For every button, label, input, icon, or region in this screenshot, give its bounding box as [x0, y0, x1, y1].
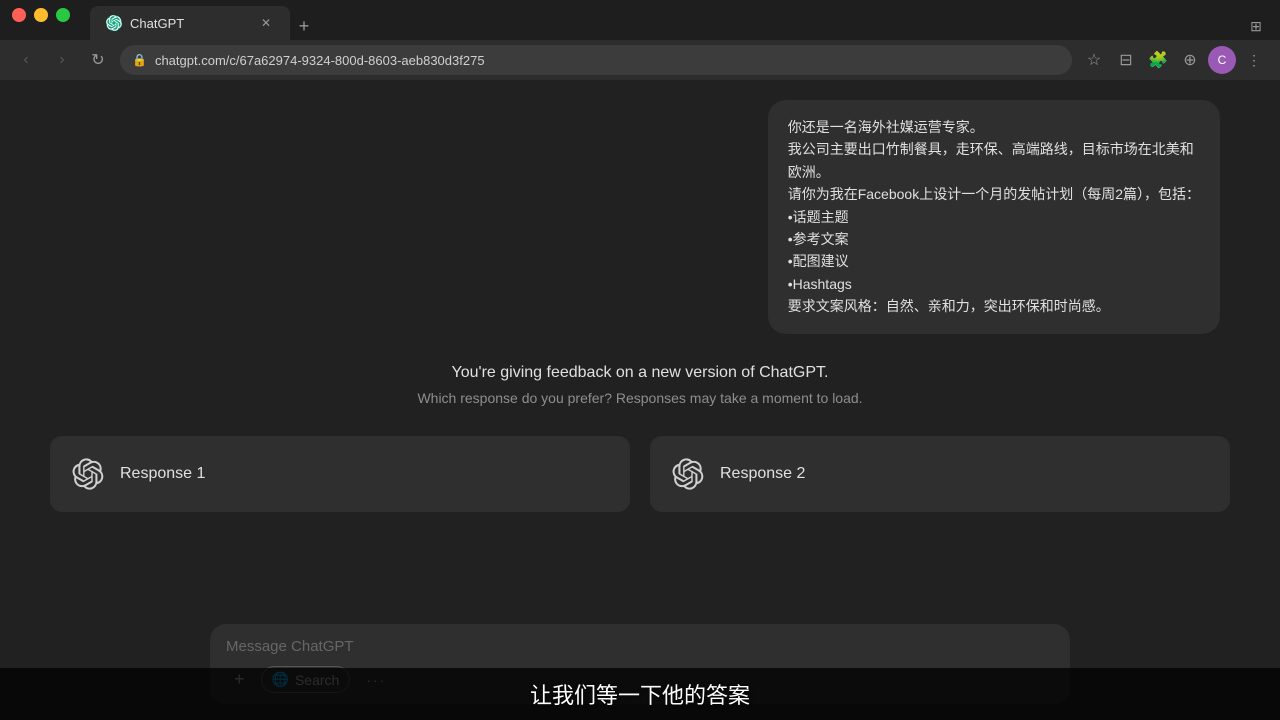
close-button[interactable] — [12, 8, 26, 22]
tab-title-text: ChatGPT — [130, 16, 250, 31]
reload-button[interactable]: ↻ — [84, 46, 112, 74]
toolbar-icons: ☆ ⊟ 🧩 ⊕ C ⋮ — [1080, 46, 1268, 74]
msg-line4: 请你为我在Facebook上设计一个月的发帖计划（每周2篇），包括： — [788, 183, 1200, 205]
active-tab[interactable]: ChatGPT ✕ — [90, 6, 290, 40]
feedback-section: You're giving feedback on a new version … — [0, 334, 1280, 426]
subtitle-overlay: 让我们等一下他的答案 — [0, 668, 1280, 720]
main-content: 你还是一名海外社媒运营专家。 我公司主要出口竹制餐具，走环保、高端路线，目标市场… — [0, 80, 1280, 720]
response1-icon — [70, 456, 106, 492]
message-container: 你还是一名海外社媒运营专家。 我公司主要出口竹制餐具，走环保、高端路线，目标市场… — [0, 80, 1280, 334]
tab-bar: ChatGPT ✕ + ⊞ — [0, 0, 1280, 40]
chat-area: 你还是一名海外社媒运营专家。 我公司主要出口竹制餐具，走环保、高端路线，目标市场… — [0, 80, 1280, 614]
browser-chrome: ChatGPT ✕ + ⊞ ‹ › ↻ 🔒 chatgpt.com/c/67a6… — [0, 0, 1280, 80]
extension1-icon[interactable]: ⊟ — [1112, 46, 1140, 74]
response-card-1[interactable]: Response 1 — [50, 436, 630, 512]
bookmark-icon[interactable]: ☆ — [1080, 46, 1108, 74]
extensions-icon[interactable]: ⊞ — [1242, 12, 1270, 40]
extension3-icon[interactable]: ⊕ — [1176, 46, 1204, 74]
window-controls — [12, 8, 70, 22]
profile-avatar[interactable]: C — [1208, 46, 1236, 74]
forward-button[interactable]: › — [48, 46, 76, 74]
msg-bullet2: •参考文案 — [788, 228, 1200, 250]
tab-close-button[interactable]: ✕ — [258, 15, 274, 31]
new-tab-button[interactable]: + — [290, 12, 318, 40]
back-button[interactable]: ‹ — [12, 46, 40, 74]
response-card-2[interactable]: Response 2 — [650, 436, 1230, 512]
feedback-title: You're giving feedback on a new version … — [452, 364, 829, 382]
extension2-icon[interactable]: 🧩 — [1144, 46, 1172, 74]
msg-line5: 要求文案风格：自然、亲和力，突出环保和时尚感。 — [788, 295, 1200, 317]
url-bar[interactable]: 🔒 chatgpt.com/c/67a62974-9324-800d-8603-… — [120, 45, 1072, 75]
msg-bullet4: •Hashtags — [788, 273, 1200, 295]
response-cards: Response 1 Response 2 — [20, 426, 1260, 522]
subtitle-text: 让我们等一下他的答案 — [530, 678, 750, 710]
maximize-button[interactable] — [56, 8, 70, 22]
address-bar: ‹ › ↻ 🔒 chatgpt.com/c/67a62974-9324-800d… — [0, 40, 1280, 80]
response2-label: Response 2 — [720, 465, 805, 483]
msg-bullet1: •话题主题 — [788, 206, 1200, 228]
response2-icon — [670, 456, 706, 492]
msg-bullet3: •配图建议 — [788, 250, 1200, 272]
input-placeholder[interactable]: Message ChatGPT — [226, 638, 1054, 655]
msg-line1: 你还是一名海外社媒运营专家。 — [788, 116, 1200, 138]
msg-line3: 欧洲。 — [788, 161, 1200, 183]
user-message-bubble: 你还是一名海外社媒运营专家。 我公司主要出口竹制餐具，走环保、高端路线，目标市场… — [768, 100, 1220, 334]
minimize-button[interactable] — [34, 8, 48, 22]
url-text: chatgpt.com/c/67a62974-9324-800d-8603-ae… — [155, 53, 485, 68]
lock-icon: 🔒 — [132, 53, 147, 67]
msg-line2: 我公司主要出口竹制餐具，走环保、高端路线，目标市场在北美和 — [788, 138, 1200, 160]
response1-label: Response 1 — [120, 465, 205, 483]
tab-favicon — [106, 15, 122, 31]
feedback-subtitle: Which response do you prefer? Responses … — [417, 390, 862, 406]
menu-icon[interactable]: ⋮ — [1240, 46, 1268, 74]
